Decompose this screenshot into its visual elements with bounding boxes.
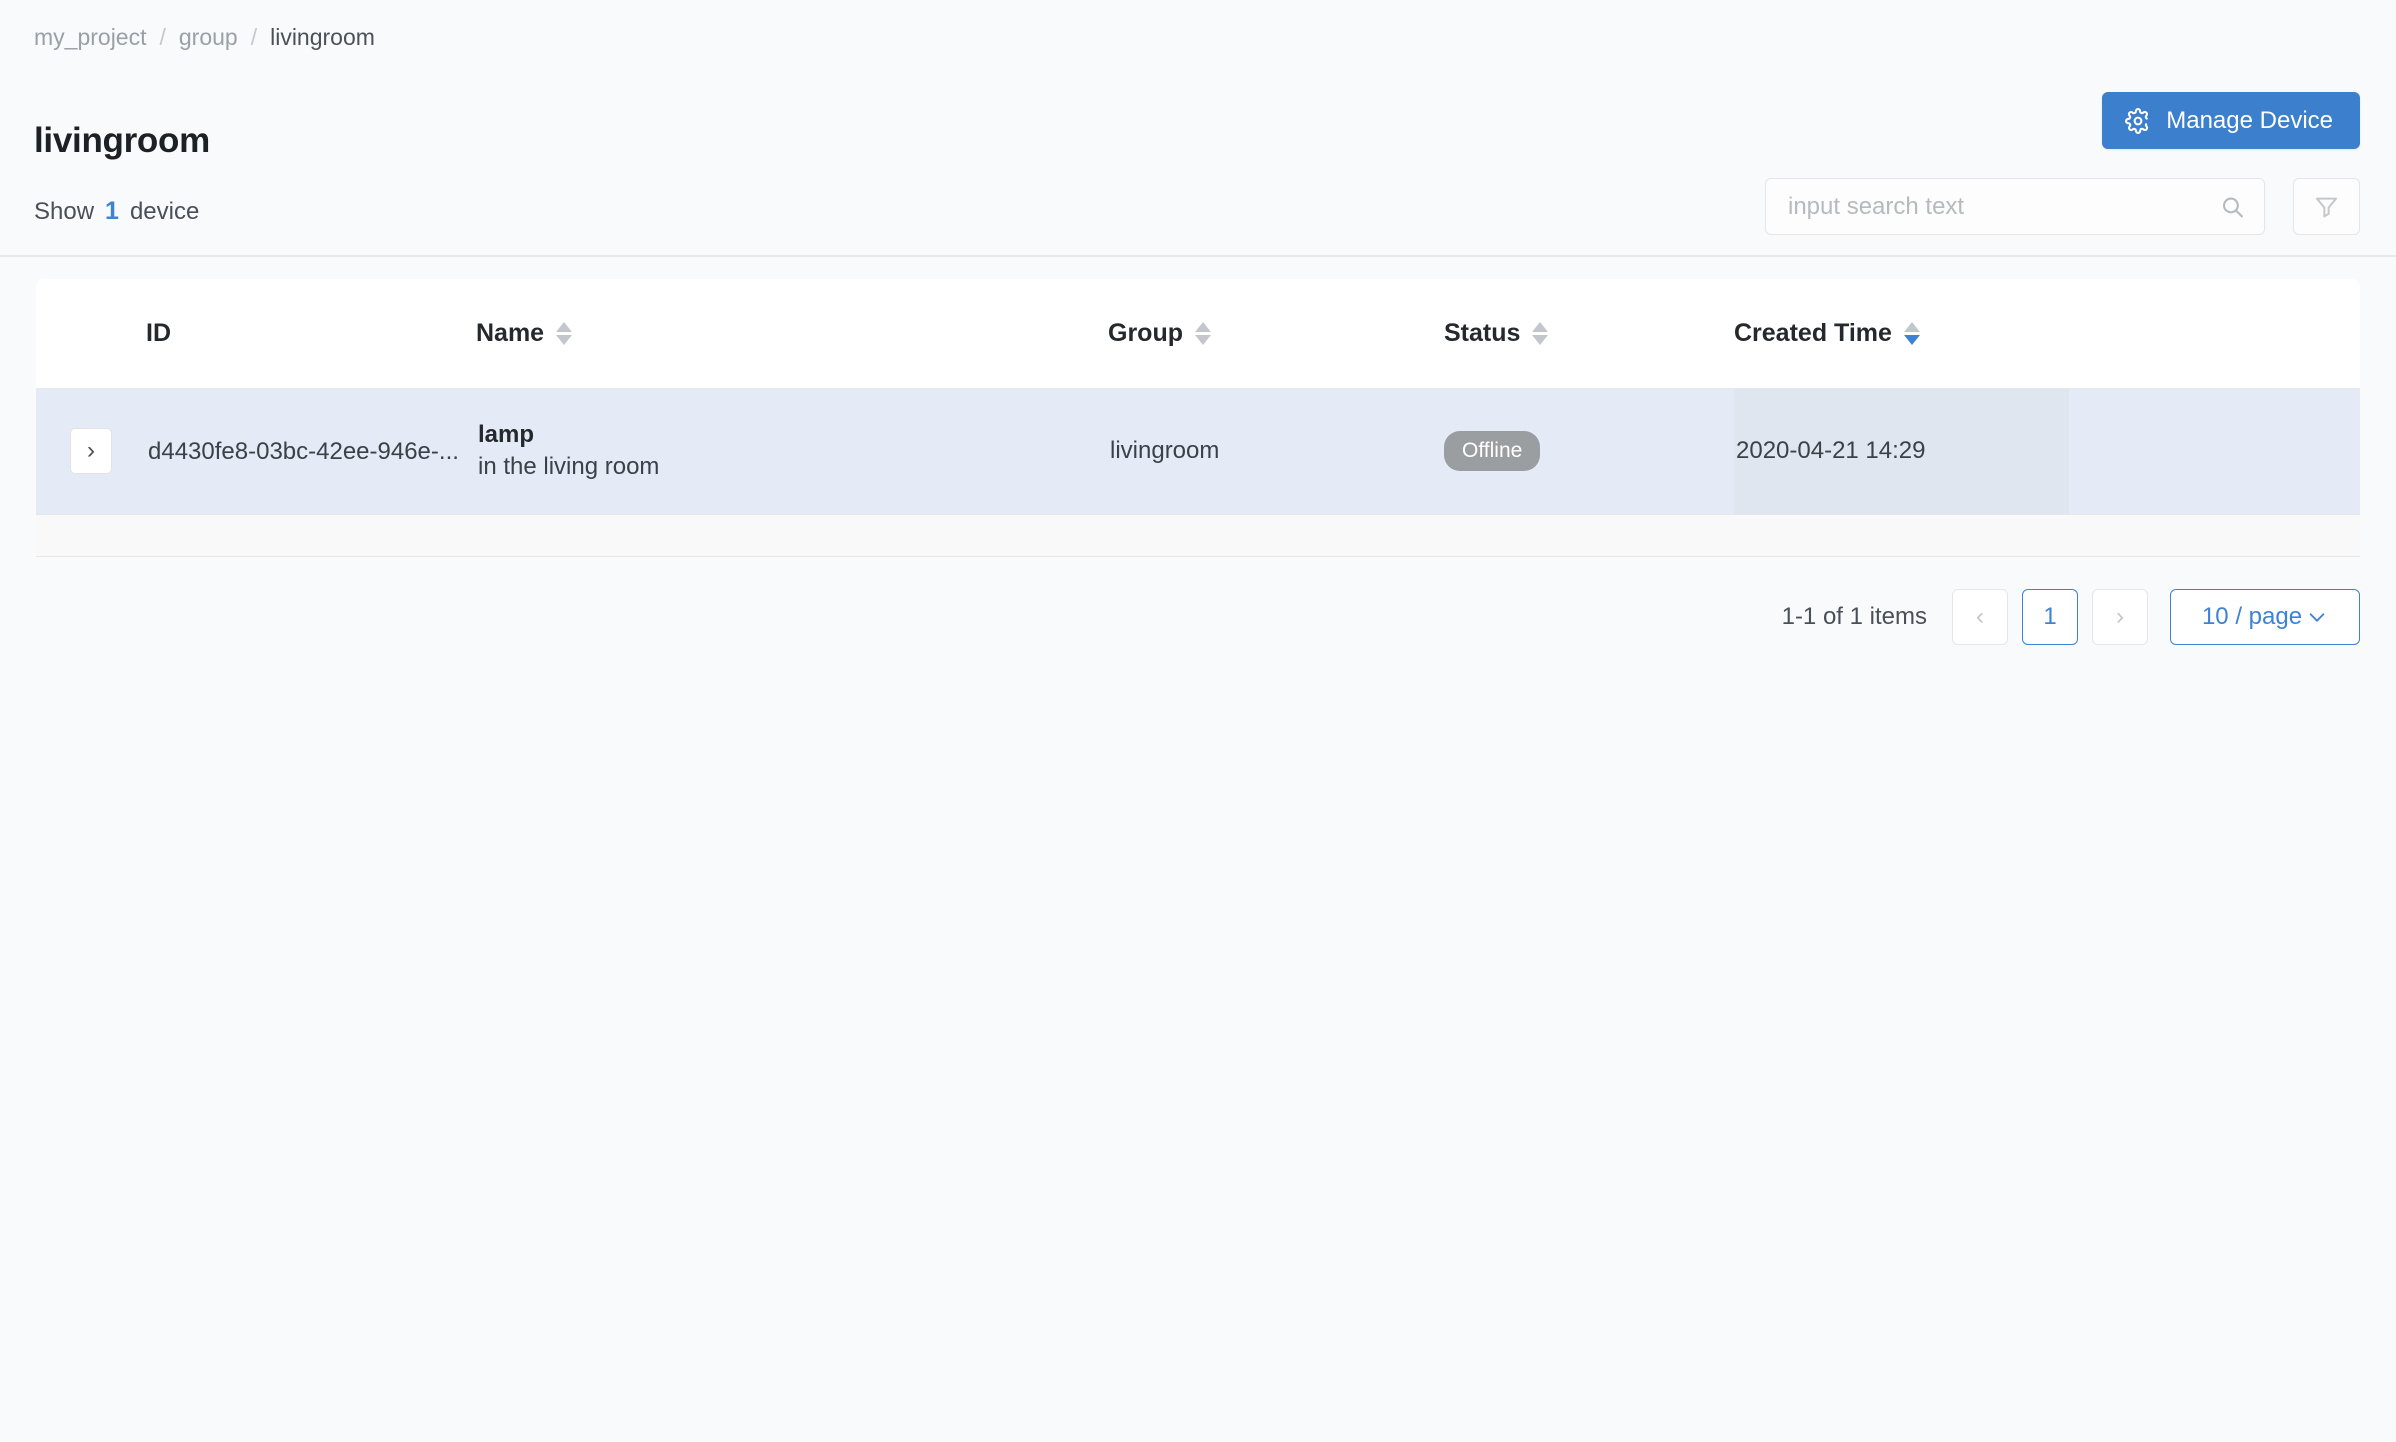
breadcrumb-item-project[interactable]: my_project bbox=[34, 22, 146, 52]
column-header-group[interactable]: Group bbox=[1108, 279, 1444, 388]
manage-device-button[interactable]: Manage Device bbox=[2102, 92, 2360, 149]
device-name-text: lamp bbox=[478, 421, 535, 448]
page-title: livingroom bbox=[34, 121, 210, 161]
device-table: ID Name Group Status Created Time › d443… bbox=[36, 279, 2360, 515]
search-box bbox=[1765, 178, 2265, 235]
header-divider bbox=[0, 255, 2396, 257]
cell-created-time: 2020-04-21 14:29 bbox=[1734, 387, 2069, 515]
manage-device-label: Manage Device bbox=[2166, 106, 2333, 134]
filter-button[interactable] bbox=[2293, 178, 2360, 235]
column-header-created-time[interactable]: Created Time bbox=[1734, 279, 2069, 388]
pagination-page-1[interactable]: 1 bbox=[2022, 589, 2078, 645]
status-badge: Offline bbox=[1444, 431, 1541, 471]
cell-actions bbox=[2069, 387, 2360, 515]
search-input[interactable] bbox=[1765, 178, 2265, 235]
chevron-right-icon[interactable]: › bbox=[70, 428, 112, 474]
summary-prefix: Show bbox=[34, 198, 95, 225]
pagination-total: 1-1 of 1 items bbox=[1781, 603, 1927, 630]
column-header-name[interactable]: Name bbox=[476, 279, 1108, 388]
device-description-text: in the living room bbox=[478, 453, 660, 480]
column-label-created-time: Created Time bbox=[1734, 318, 1892, 347]
summary-suffix: device bbox=[129, 198, 200, 225]
table-row[interactable]: › d4430fe8-03bc-42ee-946e-... lamp in th… bbox=[36, 387, 2360, 515]
table-header-row: ID Name Group Status Created Time bbox=[36, 279, 2360, 388]
column-label-group: Group bbox=[1108, 318, 1183, 347]
column-label-name: Name bbox=[476, 318, 545, 347]
table-body: › d4430fe8-03bc-42ee-946e-... lamp in th… bbox=[36, 387, 2360, 515]
pagination-next-button[interactable]: › bbox=[2092, 589, 2148, 645]
column-header-expand bbox=[36, 279, 146, 388]
device-count-summary: Show 1 device bbox=[34, 195, 199, 228]
column-label-status: Status bbox=[1444, 318, 1521, 347]
sort-toggle-created-time[interactable] bbox=[1903, 321, 1920, 345]
sort-toggle-status[interactable] bbox=[1532, 321, 1549, 345]
device-list-page: my_project / group / livingroom livingro… bbox=[0, 0, 2396, 1442]
breadcrumb-separator: / bbox=[159, 24, 166, 50]
row-expand-cell: › bbox=[36, 387, 146, 515]
device-id-text: d4430fe8-03bc-42ee-946e-... bbox=[148, 437, 459, 465]
cell-group: livingroom bbox=[1108, 387, 1444, 515]
device-created-time-text: 2020-04-21 14:29 bbox=[1736, 437, 1926, 464]
page-size-select[interactable]: 10 / page bbox=[2170, 589, 2360, 645]
pagination: 1-1 of 1 items ‹ 1 › 10 / page bbox=[1782, 589, 2360, 645]
cell-status: Offline bbox=[1444, 387, 1734, 515]
table-header: ID Name Group Status Created Time bbox=[36, 279, 2360, 388]
summary-count: 1 bbox=[105, 197, 119, 225]
breadcrumb-separator: / bbox=[250, 24, 258, 50]
column-header-actions bbox=[2069, 279, 2360, 388]
column-header-id: ID bbox=[146, 279, 476, 388]
cell-name: lamp in the living room bbox=[476, 387, 1108, 515]
sort-toggle-name[interactable] bbox=[556, 321, 573, 345]
cell-id: d4430fe8-03bc-42ee-946e-... bbox=[146, 387, 476, 515]
column-header-status[interactable]: Status bbox=[1444, 279, 1734, 388]
page-size-label: 10 / page bbox=[2201, 603, 2303, 630]
table-footer-strip bbox=[36, 514, 2360, 557]
breadcrumb: my_project / group / livingroom bbox=[34, 22, 375, 52]
breadcrumb-item-group[interactable]: group bbox=[179, 22, 238, 52]
breadcrumb-item-livingroom[interactable]: livingroom bbox=[270, 22, 375, 52]
device-group-text: livingroom bbox=[1110, 437, 1220, 464]
pagination-prev-button[interactable]: ‹ bbox=[1952, 589, 2008, 645]
device-table-card: ID Name Group Status Created Time › d443… bbox=[36, 279, 2360, 557]
funnel-icon bbox=[2313, 193, 2340, 220]
gear-icon bbox=[2125, 107, 2151, 134]
chevron-down-icon bbox=[2306, 606, 2328, 628]
column-label-id: ID bbox=[146, 318, 171, 347]
sort-toggle-group[interactable] bbox=[1195, 321, 1211, 345]
